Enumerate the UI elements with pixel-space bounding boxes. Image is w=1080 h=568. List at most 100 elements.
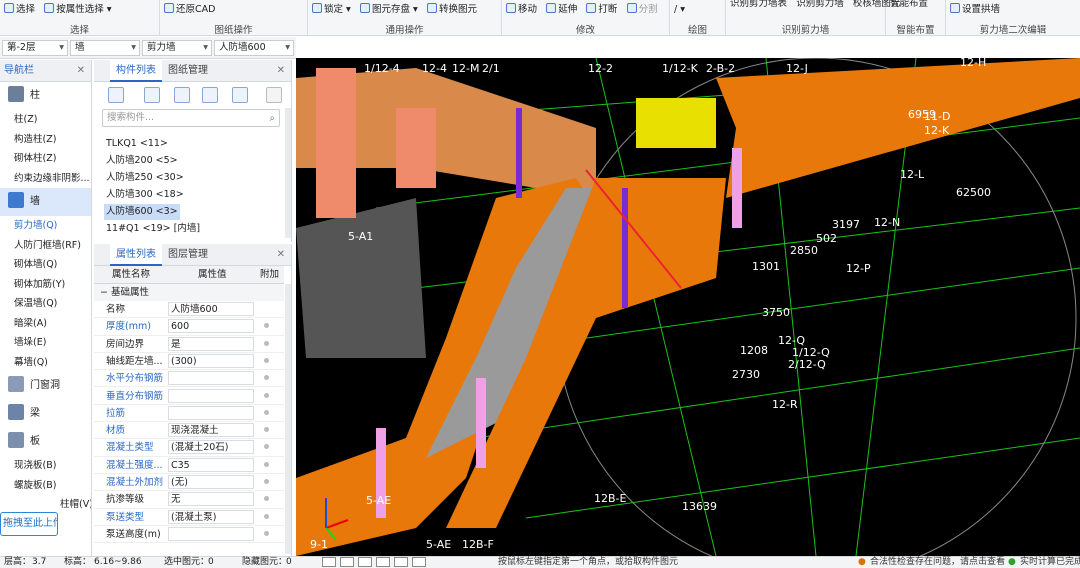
property-row[interactable]: 泵送类型 (混凝土泵): [94, 509, 284, 526]
property-value-field[interactable]: (混凝土泵): [168, 509, 254, 524]
component-item[interactable]: TLKQ1 <11>: [104, 136, 170, 152]
attach-checkbox[interactable]: [264, 513, 269, 519]
property-row[interactable]: 房间边界 是: [94, 336, 284, 353]
property-row[interactable]: 厚度(mm) 600: [94, 318, 284, 336]
property-value-field[interactable]: 无: [168, 492, 254, 507]
snap-toggle-icon[interactable]: [322, 557, 336, 567]
component-item-selected[interactable]: 人防墙600 <3>: [104, 204, 180, 220]
property-value-field[interactable]: (300): [168, 353, 254, 368]
smart-layout-button[interactable]: 智能布置: [890, 0, 928, 11]
model-view[interactable]: 1/12-4 12-4 12-M 2/1 12-2 1/12-K 2-B-2 12-J 12-H…: [296, 58, 1080, 556]
property-value-field[interactable]: 是: [168, 336, 254, 351]
property-value-field[interactable]: [168, 388, 254, 403]
attach-checkbox[interactable]: [264, 375, 269, 381]
attach-checkbox[interactable]: [264, 427, 269, 433]
tab-drawing-manage[interactable]: 图纸管理: [162, 60, 214, 82]
component-scrollbar[interactable]: [285, 108, 291, 238]
polar-toggle-icon[interactable]: [376, 557, 390, 567]
nav-item[interactable]: 幕墙(Q): [0, 353, 91, 373]
property-row[interactable]: 拉筋: [94, 405, 284, 423]
attach-checkbox[interactable]: [264, 357, 269, 363]
attach-checkbox[interactable]: [264, 409, 269, 415]
nav-item-shear-wall[interactable]: 剪力墙(Q): [0, 216, 91, 236]
property-value-field[interactable]: C35: [168, 457, 254, 472]
convert-element-button[interactable]: 转换图元: [427, 3, 477, 17]
attach-checkbox[interactable]: [264, 530, 269, 536]
split-button[interactable]: 分割: [626, 3, 658, 17]
property-row[interactable]: 水平分布钢筋: [94, 370, 284, 388]
nav-item[interactable]: 柱(Z): [0, 110, 91, 130]
property-row[interactable]: 混凝土外加剂 (无): [94, 474, 284, 492]
nav-cat-slab[interactable]: 板: [0, 428, 91, 456]
component-item[interactable]: 11#Q1 <19> [内墙]: [104, 221, 202, 237]
nav-item[interactable]: 砌体加筋(Y): [0, 275, 91, 295]
close-icon[interactable]: ✕: [277, 244, 285, 266]
save-element-button[interactable]: 图元存盘 ▾: [360, 3, 418, 17]
draw-line-button[interactable]: / ▾: [674, 3, 685, 17]
property-group[interactable]: − 基础属性: [94, 284, 284, 301]
restore-cad-button[interactable]: 还原CAD: [164, 3, 215, 17]
check-warning-link[interactable]: 合法性检查存在问题，请点击查看: [870, 557, 1005, 568]
nav-item[interactable]: 砌体墙(Q): [0, 255, 91, 275]
tab-property-list[interactable]: 属性列表: [110, 244, 162, 266]
recognize-wall-table-button[interactable]: 识别剪力墙表: [730, 0, 787, 11]
close-icon[interactable]: ✕: [77, 60, 85, 82]
property-value-field[interactable]: [168, 371, 254, 386]
property-value-field[interactable]: [168, 405, 254, 420]
component-item[interactable]: 人防墙250 <30>: [104, 170, 186, 186]
layer-icon[interactable]: [202, 87, 218, 103]
attach-checkbox[interactable]: [264, 479, 269, 484]
nav-item[interactable]: 暗梁(A): [0, 314, 91, 334]
select-by-property-button[interactable]: 按属性选择 ▾: [44, 3, 112, 17]
property-scrollbar[interactable]: [285, 284, 291, 554]
component-item[interactable]: 人防墙300 <18>: [104, 187, 186, 203]
attach-checkbox[interactable]: [264, 340, 269, 346]
property-row[interactable]: 材质 现浇混凝土: [94, 422, 284, 440]
property-value-field[interactable]: (无): [168, 475, 254, 489]
property-row[interactable]: 名称 人防墙600: [94, 301, 284, 319]
break-button[interactable]: 打断: [586, 3, 617, 17]
lock-button[interactable]: 锁定 ▾: [312, 3, 351, 17]
copy-icon[interactable]: [144, 87, 160, 103]
tab-layer-manage[interactable]: 图层管理: [162, 244, 214, 266]
component-select[interactable]: 人防墙600 ▾: [214, 40, 294, 56]
3d-viewport[interactable]: 1/12-4 12-4 12-M 2/1 12-2 1/12-K 2-B-2 12-J 12-H…: [296, 58, 1080, 556]
nav-cat-opening[interactable]: 门窗洞: [0, 372, 91, 400]
recognize-wall-button[interactable]: 识别剪力墙: [796, 0, 844, 11]
delete-icon[interactable]: [174, 87, 190, 103]
component-item[interactable]: 人防墙200 <5>: [104, 153, 180, 169]
property-row[interactable]: 抗渗等级 无: [94, 491, 284, 509]
filter-icon[interactable]: [232, 87, 248, 103]
property-row[interactable]: 轴线距左墙... (300): [94, 353, 284, 371]
expand-icon[interactable]: [266, 87, 282, 103]
nav-item[interactable]: 砌体柱(Z): [0, 149, 91, 169]
attach-checkbox[interactable]: [264, 444, 269, 450]
nav-cat-column[interactable]: 柱: [0, 82, 91, 110]
attach-checkbox[interactable]: [264, 496, 269, 502]
nav-item[interactable]: 墙垛(E): [0, 333, 91, 353]
nav-item[interactable]: 保温墙(Q): [0, 294, 91, 314]
nav-item[interactable]: 螺旋板(B): [0, 476, 91, 496]
attach-checkbox[interactable]: [264, 323, 269, 329]
layer-toggle-icon[interactable]: [412, 557, 426, 567]
property-row[interactable]: 混凝土类型 (混凝土20石): [94, 439, 284, 457]
close-icon[interactable]: ✕: [277, 60, 285, 82]
nav-cat-beam[interactable]: 梁: [0, 400, 91, 428]
upload-drop-button[interactable]: 拖拽至此上传: [0, 512, 58, 536]
nav-cat-wall[interactable]: 墙: [0, 188, 91, 216]
floor-select[interactable]: 第-2层 ▾: [2, 40, 68, 56]
attach-checkbox[interactable]: [264, 461, 269, 467]
category-select[interactable]: 墙 ▾: [70, 40, 140, 56]
new-component-icon[interactable]: [108, 87, 124, 103]
extend-button[interactable]: 延伸: [546, 3, 577, 17]
property-value-field[interactable]: [168, 526, 254, 541]
search-input[interactable]: 搜索构件... ⌕: [102, 109, 280, 127]
nav-item[interactable]: 现浇板(B): [0, 456, 91, 476]
property-value-field[interactable]: 600: [168, 319, 254, 334]
property-row[interactable]: 混凝土强度... C35: [94, 457, 284, 474]
property-value-field[interactable]: (混凝土20石): [168, 440, 254, 455]
attach-checkbox[interactable]: [264, 392, 269, 398]
property-row[interactable]: 泵送高度(m): [94, 526, 284, 544]
grid-toggle-icon[interactable]: [358, 557, 372, 567]
osnap-toggle-icon[interactable]: [394, 557, 408, 567]
